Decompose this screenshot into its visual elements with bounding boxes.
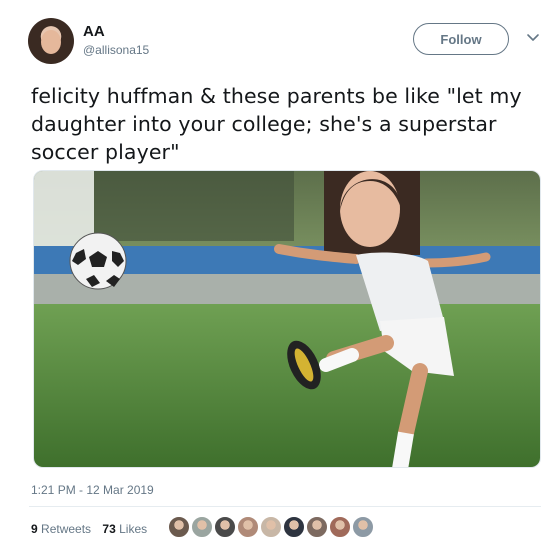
tweet-timestamp[interactable]: 1:21 PM - 12 Mar 2019 (31, 483, 154, 497)
retweets-count: 9 (31, 522, 38, 536)
liker-avatar[interactable] (213, 515, 237, 539)
liker-avatar[interactable] (305, 515, 329, 539)
liker-avatars[interactable] (167, 515, 375, 541)
liker-avatar[interactable] (328, 515, 352, 539)
divider (29, 506, 541, 507)
liker-avatar[interactable] (236, 515, 260, 539)
tweet-text: felicity huffman & these parents be like… (31, 84, 522, 164)
avatar[interactable] (28, 18, 74, 64)
likes-stat[interactable]: 73 Likes (102, 522, 147, 536)
user-name[interactable]: AA (83, 23, 105, 40)
liker-avatar[interactable] (351, 515, 375, 539)
tweet-stats: 9 Retweets 73 Likes (31, 522, 155, 536)
liker-avatar[interactable] (282, 515, 306, 539)
retweets-label: Retweets (41, 522, 92, 536)
chevron-down-icon[interactable] (524, 28, 542, 46)
retweets-stat[interactable]: 9 Retweets (31, 522, 91, 536)
meme-photo (34, 171, 540, 467)
user-handle[interactable]: @allisona15 (83, 43, 149, 57)
likes-label: Likes (119, 522, 148, 536)
follow-button[interactable]: Follow (413, 23, 509, 55)
liker-avatar[interactable] (167, 515, 191, 539)
soccer-ball (69, 232, 127, 290)
liker-avatar[interactable] (190, 515, 214, 539)
liker-avatar[interactable] (259, 515, 283, 539)
likes-count: 73 (102, 522, 116, 536)
tweet-media[interactable] (33, 170, 541, 468)
tweet-header: AA @allisona15 Follow (28, 18, 543, 68)
